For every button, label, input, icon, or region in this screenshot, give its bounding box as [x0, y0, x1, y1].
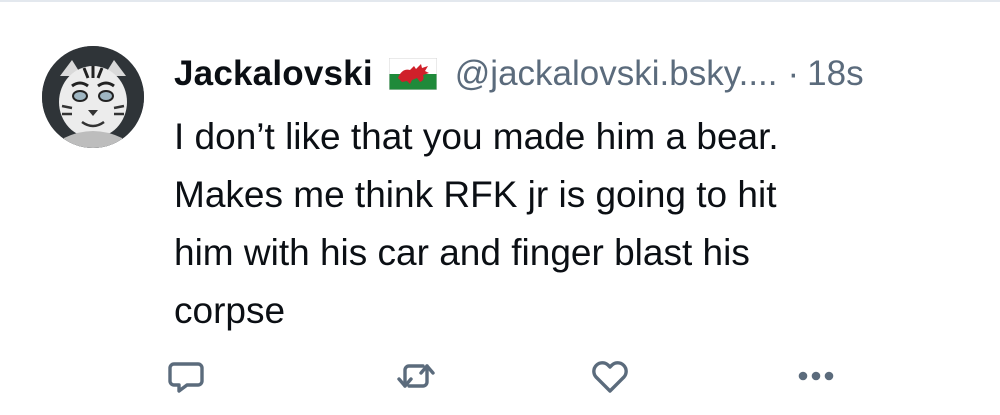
repost-button[interactable]	[392, 352, 440, 400]
meta-separator: ·	[787, 54, 800, 93]
reply-button[interactable]	[162, 352, 210, 400]
post-text: I don’t like that you made him a bear. M…	[174, 116, 779, 331]
wales-flag-icon	[388, 57, 438, 91]
author-handle[interactable]: @jackalovski.bsky....	[455, 54, 778, 94]
repost-icon	[397, 364, 435, 388]
author-display-name[interactable]: Jackalovski	[174, 54, 373, 94]
post-actions	[0, 352, 1000, 400]
post-header: Jackalovski @jackalovski.bsky.... · 18s	[174, 46, 864, 102]
post-card[interactable]: Jackalovski @jackalovski.bsky.... · 18s …	[0, 0, 1000, 415]
avatar-image	[42, 46, 144, 148]
more-icon	[798, 371, 834, 381]
reply-icon	[168, 362, 204, 393]
like-button[interactable]	[586, 352, 634, 400]
like-icon	[592, 361, 628, 393]
more-options-button[interactable]	[792, 352, 840, 400]
avatar[interactable]	[42, 46, 144, 148]
post-timestamp[interactable]: 18s	[807, 54, 863, 94]
